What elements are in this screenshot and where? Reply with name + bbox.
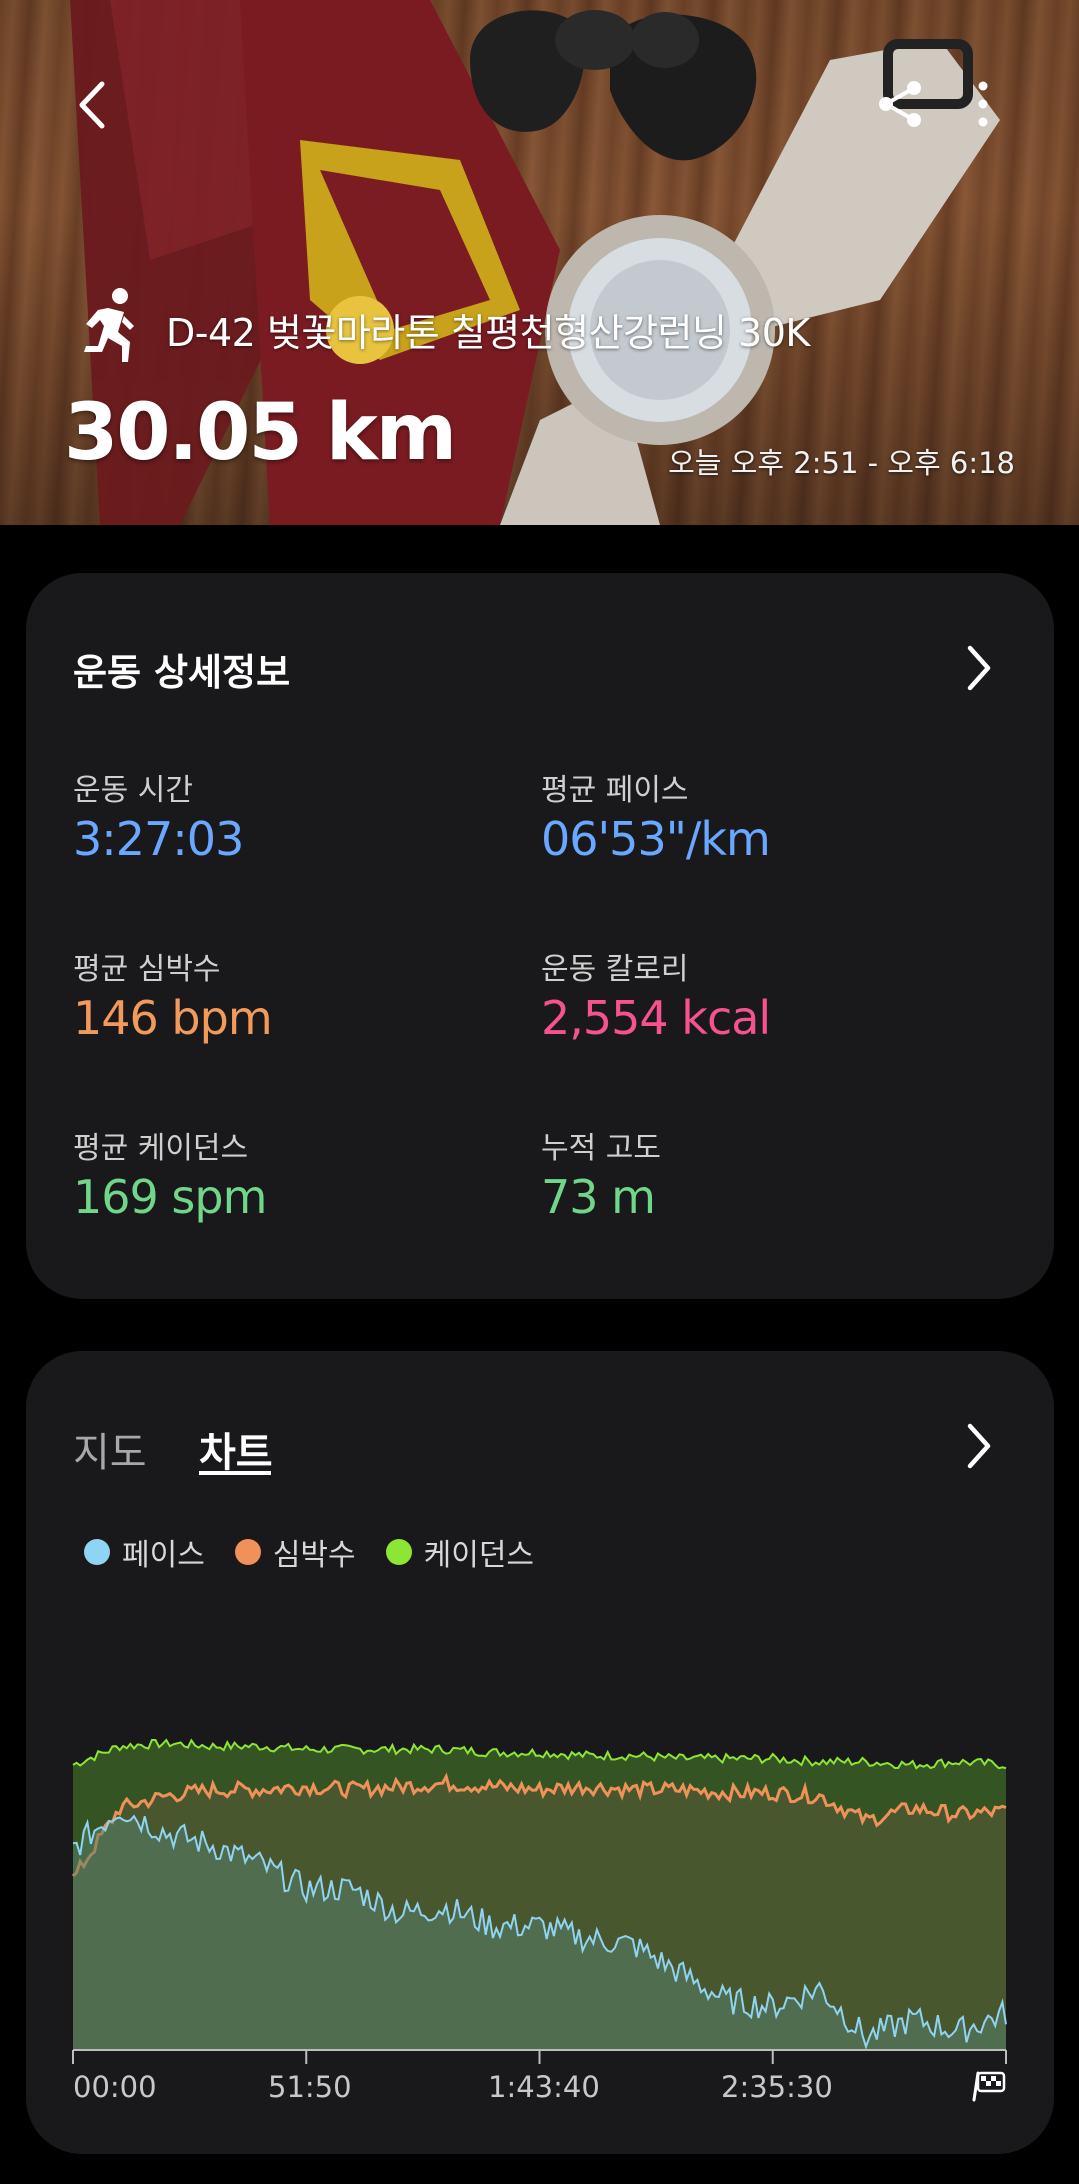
- share-icon[interactable]: [872, 76, 928, 132]
- chart-legend: 페이스 심박수 케이던스: [84, 1530, 564, 1574]
- stat-value-avg-heart-rate: 146 bpm: [73, 991, 273, 1045]
- chevron-right-icon[interactable]: [960, 640, 996, 696]
- legend-label-heart-rate: 심박수: [272, 1538, 356, 1573]
- stat-label-duration: 운동 시간: [73, 773, 193, 808]
- earbuds: [470, 10, 757, 161]
- stat-value-calories: 2,554 kcal: [541, 991, 771, 1045]
- tab-map[interactable]: 지도: [73, 1420, 147, 1478]
- tab-chart[interactable]: 차트: [199, 1420, 273, 1478]
- finish-flag-icon: [972, 2071, 1006, 2102]
- x-tick-label: 51:50: [268, 2070, 352, 2104]
- back-icon[interactable]: [62, 70, 122, 140]
- legend-dot-heart-rate: [234, 1539, 261, 1565]
- stat-label-avg-pace: 평균 페이스: [541, 773, 689, 808]
- stat-label-elevation-gain: 누적 고도: [541, 1131, 661, 1166]
- chevron-right-icon[interactable]: [960, 1418, 996, 1474]
- stat-value-avg-pace: 06'53"/km: [541, 812, 771, 866]
- stat-label-calories: 운동 칼로리: [541, 952, 689, 987]
- legend-label-pace: 페이스: [122, 1538, 205, 1573]
- more-icon[interactable]: [968, 76, 998, 132]
- stat-value-elevation-gain: 73 m: [541, 1170, 656, 1224]
- stat-label-avg-cadence: 평균 케이던스: [73, 1131, 249, 1166]
- stat-value-duration: 3:27:03: [73, 812, 244, 866]
- hero-photo-header: D-42 벚꽃마라톤 칠평천형산강런닝 30K 30.05 km 오늘 오후 2…: [0, 0, 1079, 525]
- chart-card: [26, 1351, 1054, 2154]
- stat-label-avg-heart-rate: 평균 심박수: [73, 952, 221, 987]
- legend-label-cadence: 케이던스: [423, 1538, 535, 1573]
- x-tick-label: 2:35:30: [721, 2070, 833, 2104]
- x-tick-label: 1:43:40: [488, 2070, 600, 2104]
- x-tick-label: 00:00: [73, 2070, 157, 2104]
- legend-item-pace[interactable]: 페이스: [84, 1530, 205, 1574]
- legend-dot-cadence: [385, 1539, 412, 1565]
- legend-item-heart-rate[interactable]: 심박수: [234, 1530, 356, 1574]
- details-title: 운동 상세정보: [73, 651, 291, 694]
- workout-time-range: 오늘 오후 2:51 - 오후 6:18: [668, 446, 1015, 480]
- workout-title: D-42 벚꽃마라톤 칠평천형산강런닝 30K: [166, 311, 810, 355]
- legend-dot-pace: [84, 1539, 110, 1565]
- legend-item-cadence[interactable]: 케이던스: [385, 1530, 535, 1574]
- running-icon: [84, 288, 134, 362]
- workout-distance: 30.05 km: [64, 388, 457, 478]
- tab-active-underline: [199, 1471, 271, 1475]
- stat-value-avg-cadence: 169 spm: [73, 1170, 267, 1224]
